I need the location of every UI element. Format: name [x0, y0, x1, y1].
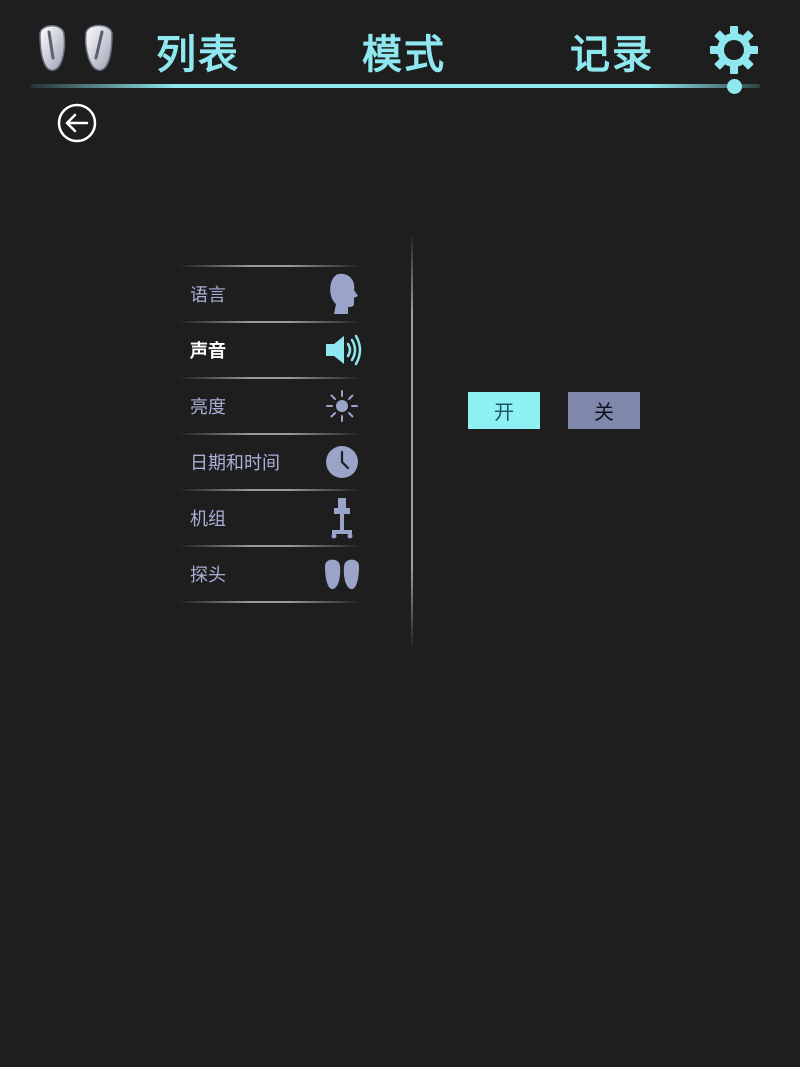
top-nav-bar: 列表 模式 记录	[0, 0, 800, 100]
head-icon	[330, 273, 358, 314]
cart-icon	[331, 498, 353, 539]
gear-icon[interactable]	[708, 24, 760, 76]
clock-icon	[326, 446, 358, 478]
tab-list[interactable]: 列表	[156, 22, 240, 80]
active-tab-indicator	[727, 79, 742, 94]
menu-item-language[interactable]: 语言	[178, 267, 362, 321]
sound-off-button[interactable]: 关	[568, 392, 640, 429]
probe-icon	[325, 559, 359, 590]
menu-item-brightness[interactable]: 亮度	[178, 379, 362, 433]
menu-item-label: 机组	[190, 509, 226, 530]
menu-item-probe[interactable]: 探头	[178, 547, 362, 601]
menu-item-label: 亮度	[190, 397, 226, 418]
menu-item-sound[interactable]: 声音	[178, 323, 362, 377]
menu-item-label: 探头	[190, 565, 226, 586]
menu-separator	[178, 601, 362, 603]
menu-item-label: 语言	[190, 285, 226, 306]
sun-icon	[326, 390, 358, 422]
menu-item-unit[interactable]: 机组	[178, 491, 362, 545]
vertical-divider	[411, 232, 413, 650]
speaker-icon	[326, 334, 362, 366]
back-arrow-icon[interactable]	[56, 102, 98, 144]
probe-pair-icon[interactable]	[34, 20, 118, 74]
nav-underline	[30, 84, 760, 88]
tab-records[interactable]: 记录	[570, 22, 654, 80]
tab-mode[interactable]: 模式	[362, 22, 446, 80]
menu-item-label: 日期和时间	[190, 453, 280, 474]
settings-menu: 语言 声音 亮度 日期和时间 机组 探头	[178, 265, 362, 603]
menu-item-label: 声音	[190, 341, 226, 362]
sound-on-button[interactable]: 开	[468, 392, 540, 429]
menu-item-date-time[interactable]: 日期和时间	[178, 435, 362, 489]
